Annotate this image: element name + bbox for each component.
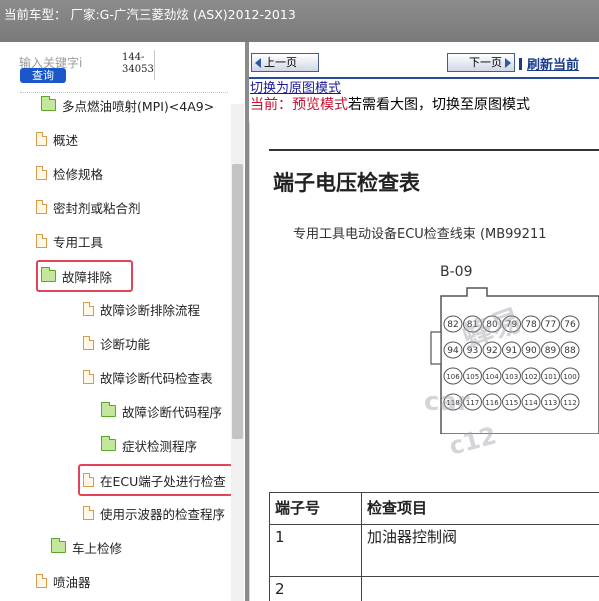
connector-pin-label: 114 (524, 399, 538, 407)
table-cell: 加油器控制阀 (361, 524, 599, 577)
arrow-left-icon (255, 57, 261, 68)
connector-pin-label: 104 (485, 373, 499, 381)
folder-open-icon (101, 402, 116, 417)
doc-rule (269, 149, 599, 151)
watermark: car (424, 387, 470, 417)
nav-toolbar: 上一页 下一页 刷新当前 (249, 42, 599, 80)
connector-pin-label: 76 (564, 320, 576, 330)
table-header-row: 端子号 检查项目 (269, 492, 599, 525)
document-icon (83, 473, 94, 487)
table-cell: 1 (269, 524, 362, 577)
table-header: 端子号 (269, 492, 362, 525)
current-model-title: 当前车型： 厂家:G-广汽三菱劲炫 (ASX)2012-2013 (4, 7, 296, 22)
tree-item-diag-function[interactable]: 诊断功能 (83, 331, 150, 355)
sidebar-scrollbar[interactable] (231, 104, 244, 601)
folder-open-icon (41, 96, 56, 111)
search-divider (154, 50, 155, 80)
document-icon (36, 574, 47, 588)
tree-item-sealant[interactable]: 密封剂或粘合剂 (36, 195, 141, 219)
scrollbar-thumb[interactable] (232, 164, 243, 439)
table-row: 1 加油器控制阀 (269, 524, 599, 577)
tree-item-injector[interactable]: 喷油器 (36, 569, 91, 593)
tree-item-mpi[interactable]: 多点燃油喷射(MPI)<4A9> (41, 93, 214, 117)
arrow-right-icon (505, 57, 511, 68)
document-icon (83, 302, 94, 316)
connector-pin-label: 91 (506, 346, 517, 356)
connector-pin-label: 101 (544, 373, 557, 381)
document-icon (36, 132, 47, 146)
tree-item-troubleshooting[interactable]: 故障排除 (41, 264, 112, 288)
connector-pin-label: 103 (505, 373, 518, 381)
table-row: 2 (269, 576, 599, 601)
table-cell (361, 576, 599, 601)
connector-pin-label: 102 (524, 373, 537, 381)
tree-item-dtc-table[interactable]: 故障诊断代码检查表 (83, 365, 213, 389)
connector-pin-label: 113 (544, 399, 557, 407)
connector-pin-label: 106 (446, 373, 460, 381)
doc-title: 端子电压检查表 (273, 171, 420, 195)
connector-pin-label: 112 (563, 399, 576, 407)
connector-pin-label: 115 (505, 399, 518, 407)
folder-open-icon (41, 267, 56, 282)
terminal-table: 端子号 检查项目 1 加油器控制阀 2 (269, 492, 599, 601)
connector-pin-label: 77 (545, 320, 556, 330)
next-page-button[interactable]: 下一页 (447, 53, 515, 72)
connector-pin-label: 89 (545, 346, 557, 356)
folder-open-icon (51, 538, 66, 553)
tree-item-on-vehicle[interactable]: 车上检修 (51, 535, 122, 559)
refresh-link[interactable]: 刷新当前 (519, 54, 579, 73)
tree-item-overview[interactable]: 概述 (36, 127, 78, 151)
connector-pin-label: 90 (525, 346, 537, 356)
tree-item-diag-flow[interactable]: 故障诊断排除流程 (83, 297, 200, 321)
search-count: 144-34053 (122, 52, 154, 75)
tree-item-special-tools[interactable]: 专用工具 (36, 229, 103, 253)
connector-pin-label: 116 (485, 399, 499, 407)
connector-pin-label: 78 (525, 320, 537, 330)
content-panel: 上一页 下一页 刷新当前 切换为原图模式 当前：预览模式若需看大图，切换至原图模… (249, 42, 599, 601)
connector-pin-label: 105 (466, 373, 479, 381)
document-icon (36, 166, 47, 180)
tree-item-dtc-procedure[interactable]: 故障诊断代码程序 (101, 399, 222, 423)
document-icon (83, 336, 94, 350)
table-header: 检查项目 (361, 492, 599, 525)
tree-item-symptom-procedure[interactable]: 症状检测程序 (101, 433, 197, 457)
document-icon (36, 200, 47, 214)
tree-item-oscilloscope[interactable]: 使用示波器的检查程序 (83, 501, 225, 525)
bar-icon (519, 58, 522, 70)
connector-pin-label: 100 (563, 373, 576, 381)
prev-page-button[interactable]: 上一页 (251, 53, 319, 72)
folder-open-icon (101, 436, 116, 451)
document-icon (36, 234, 47, 248)
connector-pin-label: 94 (447, 346, 459, 356)
table-cell: 2 (269, 576, 362, 601)
tree-item-ecu-terminal-check[interactable]: 在ECU端子处进行检查 (83, 468, 226, 492)
window-titlebar: 当前车型： 厂家:G-广汽三菱劲炫 (ASX)2012-2013 (0, 0, 599, 42)
mode-status: 当前：预览模式若需看大图，切换至原图模式 (250, 97, 530, 113)
document-icon (83, 370, 94, 384)
search-button[interactable]: 查询 (20, 68, 66, 83)
connector-pin-label: 88 (564, 346, 576, 356)
tree-item-specs[interactable]: 检修规格 (36, 161, 103, 185)
doc-subtitle: 专用工具电动设备ECU检查线束 (MB99211 (293, 227, 547, 242)
sidebar-tree-panel: 输入关键字i 查询 144-34053 多点燃油喷射(MPI)<4A9> 概述 … (0, 42, 245, 601)
document-icon (83, 506, 94, 520)
